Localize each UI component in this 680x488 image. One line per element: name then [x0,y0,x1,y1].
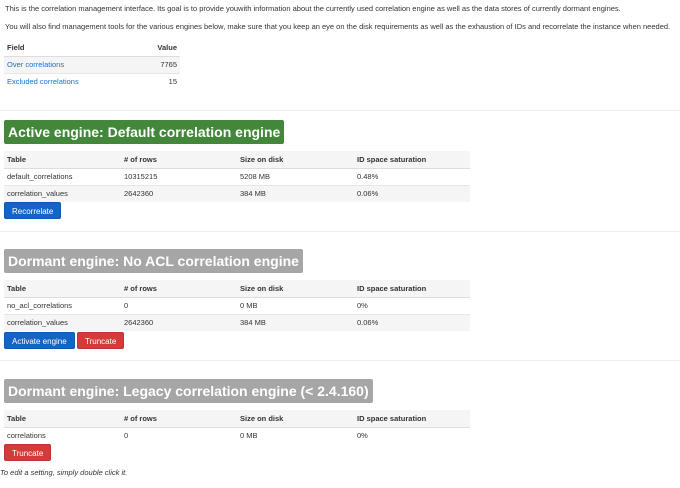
table-header-row: Table # of rows Size on disk ID space sa… [4,151,470,169]
saturation-cell: 0.06% [354,184,470,202]
truncate-no-acl-button[interactable]: Truncate [77,332,125,349]
table-row: no_acl_correlations 0 0 MB 0% [4,296,470,314]
dormant-legacy-engine-title: Dormant engine: Legacy correlation engin… [4,379,373,403]
table-name-cell: correlations [4,426,121,444]
row-count-cell: 10315215 [121,167,237,185]
table-header-row: Table # of rows Size on disk ID space sa… [4,410,470,428]
table-row: default_correlations 10315215 5208 MB 0.… [4,167,470,185]
excluded-correlations-link[interactable]: Excluded correlations [7,77,79,86]
field-column-header: Field [4,39,137,57]
row-count-cell: 2642360 [121,313,237,331]
disk-size-cell: 0 MB [237,296,354,314]
rows-column-header: # of rows [121,280,237,298]
table-row: correlation_values 2642360 384 MB 0.06% [4,184,470,202]
saturation-column-header: ID space saturation [354,410,470,428]
value-column-header: Value [136,39,180,57]
table-row: Over correlations 7765 [4,55,180,73]
over-correlations-link[interactable]: Over correlations [7,60,64,69]
summary-field-cell[interactable]: Over correlations [4,55,137,73]
section-divider [0,110,680,111]
table-header-row: Table # of rows Size on disk ID space sa… [4,280,470,298]
intro-text-line-2: You will also find management tools for … [5,22,671,31]
table-column-header: Table [4,280,121,298]
rows-column-header: # of rows [121,151,237,169]
table-header-row: Field Value [4,39,180,57]
table-column-header: Table [4,410,121,428]
disk-size-cell: 5208 MB [237,167,354,185]
summary-value-cell: 15 [136,72,180,90]
table-row: Excluded correlations 15 [4,72,180,90]
row-count-cell: 2642360 [121,184,237,202]
summary-field-cell[interactable]: Excluded correlations [4,72,137,90]
saturation-cell: 0% [354,426,470,444]
table-name-cell: correlation_values [4,184,121,202]
table-name-cell: correlation_values [4,313,121,331]
edit-hint-footnote: To edit a setting, simply double click i… [0,468,128,477]
disk-size-cell: 0 MB [237,426,354,444]
active-engine-table: Table # of rows Size on disk ID space sa… [4,151,470,202]
size-column-header: Size on disk [237,280,354,298]
saturation-cell: 0.06% [354,313,470,331]
summary-value-cell: 7765 [136,55,180,73]
disk-size-cell: 384 MB [237,184,354,202]
row-count-cell: 0 [121,426,237,444]
activate-engine-button[interactable]: Activate engine [4,332,75,349]
saturation-cell: 0% [354,296,470,314]
table-row: correlations 0 0 MB 0% [4,426,470,444]
table-column-header: Table [4,151,121,169]
table-name-cell: default_correlations [4,167,121,185]
disk-size-cell: 384 MB [237,313,354,331]
intro-text-line-1: This is the correlation management inter… [5,4,621,13]
dormant-no-acl-engine-title: Dormant engine: No ACL correlation engin… [4,249,303,273]
active-engine-title: Active engine: Default correlation engin… [4,120,285,144]
table-row: correlation_values 2642360 384 MB 0.06% [4,313,470,331]
dormant-legacy-engine-table: Table # of rows Size on disk ID space sa… [4,410,470,444]
section-divider [0,231,680,232]
size-column-header: Size on disk [237,151,354,169]
recorrelate-button[interactable]: Recorrelate [4,202,62,219]
correlation-summary-table: Field Value Over correlations 7765 Exclu… [4,39,180,90]
saturation-column-header: ID space saturation [354,151,470,169]
section-divider [0,360,680,361]
table-name-cell: no_acl_correlations [4,296,121,314]
row-count-cell: 0 [121,296,237,314]
rows-column-header: # of rows [121,410,237,428]
truncate-legacy-button[interactable]: Truncate [4,444,52,461]
size-column-header: Size on disk [237,410,354,428]
saturation-column-header: ID space saturation [354,280,470,298]
saturation-cell: 0.48% [354,167,470,185]
dormant-no-acl-engine-table: Table # of rows Size on disk ID space sa… [4,280,470,331]
